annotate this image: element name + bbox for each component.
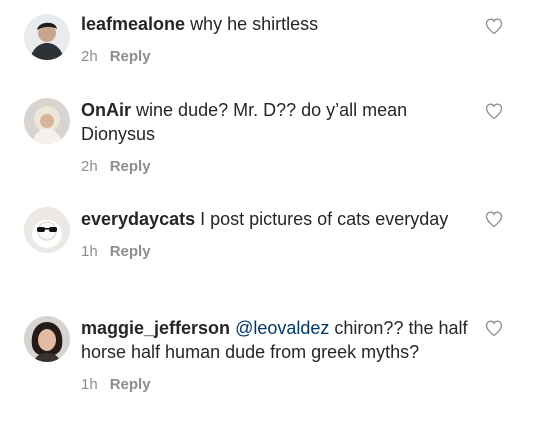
heart-outline-icon[interactable] (484, 101, 504, 121)
avatar[interactable] (24, 207, 70, 253)
reply-button[interactable]: Reply (110, 48, 151, 65)
reply-button[interactable]: Reply (110, 158, 151, 175)
avatar[interactable] (24, 14, 70, 60)
comment-meta: 1h Reply (81, 376, 471, 394)
heart-outline-icon[interactable] (484, 209, 504, 229)
timestamp: 1h (81, 243, 98, 260)
comment-text: OnAir wine dude? Mr. D?? do y’all mean D… (81, 98, 471, 146)
username[interactable]: everydaycats (81, 209, 195, 229)
username[interactable]: OnAir (81, 100, 131, 120)
avatar-photo-icon (24, 207, 70, 253)
avatar-photo-icon (24, 98, 70, 144)
heart-outline-icon[interactable] (484, 318, 504, 338)
timestamp: 1h (81, 376, 98, 393)
avatar-photo-icon (24, 14, 70, 60)
timestamp: 2h (81, 48, 98, 65)
mention-link[interactable]: @leovaldez (235, 318, 329, 338)
username[interactable]: maggie_jefferson (81, 318, 230, 338)
avatar-photo-icon (24, 316, 70, 362)
comment-text: leafmealone why he shirtless (81, 12, 471, 36)
comment-body: everydaycats I post pictures of cats eve… (81, 207, 471, 261)
comment-meta: 2h Reply (81, 158, 471, 176)
timestamp: 2h (81, 158, 98, 175)
comment-meta: 1h Reply (81, 243, 471, 261)
comment-text: everydaycats I post pictures of cats eve… (81, 207, 471, 231)
username[interactable]: leafmealone (81, 14, 185, 34)
heart-outline-icon[interactable] (484, 16, 504, 36)
comment-body: maggie_jefferson @leovaldez chiron?? the… (81, 316, 471, 394)
comment-body: OnAir wine dude? Mr. D?? do y’all mean D… (81, 98, 471, 176)
comment-text: maggie_jefferson @leovaldez chiron?? the… (81, 316, 471, 364)
avatar[interactable] (24, 98, 70, 144)
reply-button[interactable]: Reply (110, 243, 151, 260)
comment-message: I post pictures of cats everyday (200, 209, 449, 229)
comment-message: why he shirtless (190, 14, 319, 34)
comment-meta: 2h Reply (81, 48, 471, 66)
reply-button[interactable]: Reply (110, 376, 151, 393)
avatar[interactable] (24, 316, 70, 362)
comment-body: leafmealone why he shirtless 2h Reply (81, 12, 471, 66)
